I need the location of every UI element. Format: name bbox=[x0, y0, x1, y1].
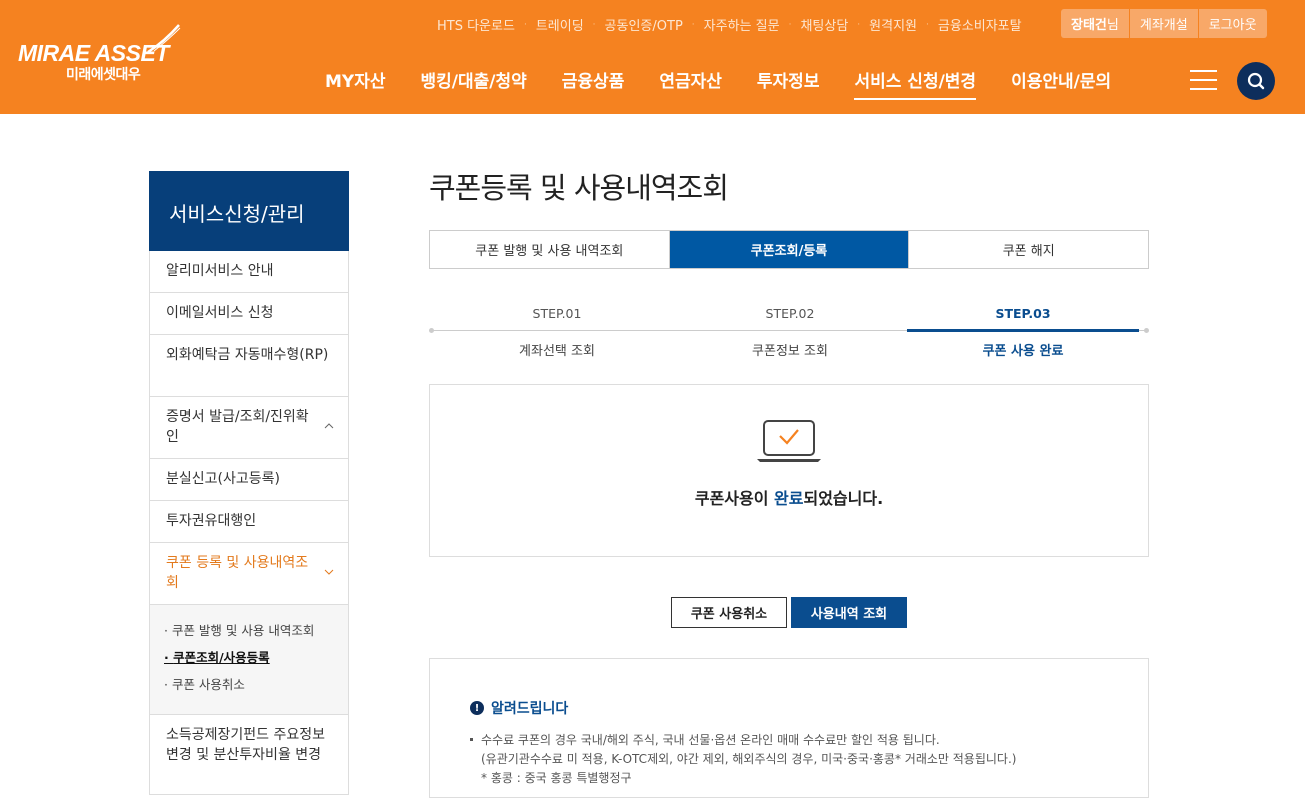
sidebar-subitem-history[interactable]: · 쿠폰 발행 및 사용 내역조회 bbox=[164, 617, 348, 644]
util-link-trading[interactable]: 트레이딩 bbox=[536, 15, 584, 34]
step-1: STEP.01 계좌선택 조회 bbox=[437, 306, 677, 359]
nav-products[interactable]: 금융상품 bbox=[562, 67, 625, 100]
util-link-hts[interactable]: HTS 다운로드 bbox=[437, 15, 515, 34]
sidebar-item-coupon[interactable]: 쿠폰 등록 및 사용내역조회 bbox=[149, 543, 349, 605]
logo-text-en: MIRAE ASSET bbox=[18, 40, 169, 66]
util-link-cert-otp[interactable]: 공동인증/OTP bbox=[605, 15, 683, 34]
sidebar-item-label: 쿠폰 등록 및 사용내역조회 bbox=[166, 555, 309, 591]
step-label: 쿠폰 사용 완료 bbox=[982, 344, 1064, 359]
result-text-post: 되었습니다. bbox=[803, 489, 884, 508]
sidebar-subitem-label: 쿠폰조회/사용등록 bbox=[173, 650, 270, 665]
step-dot-start bbox=[429, 328, 434, 333]
sidebar: 서비스신청/관리 알리미서비스 안내 이메일서비스 신청 외화예탁금 자동매수형… bbox=[149, 171, 349, 795]
search-icon bbox=[1247, 72, 1265, 90]
sidebar-item-fund-change[interactable]: 소득공제장기펀드 주요정보변경 및 분산투자비율 변경 bbox=[149, 715, 349, 795]
tab-cancel[interactable]: 쿠폰 해지 bbox=[909, 231, 1148, 268]
sidebar-item-alert-service[interactable]: 알리미서비스 안내 bbox=[149, 251, 349, 293]
nav-my-assets[interactable]: MY자산 bbox=[325, 67, 386, 100]
user-name-button[interactable]: 장태건 님 bbox=[1061, 9, 1130, 38]
notice-line: * 홍콩 : 중국 홍콩 특별행정구 bbox=[481, 771, 632, 785]
sidebar-item-fx-rp[interactable]: 외화예탁금 자동매수형(RP) bbox=[149, 335, 349, 397]
main-nav: MY자산 뱅킹/대출/청약 금융상품 연금자산 투자정보 서비스 신청/변경 이… bbox=[325, 67, 1146, 100]
logout-button[interactable]: 로그아웃 bbox=[1198, 9, 1267, 38]
nav-investment-info[interactable]: 투자정보 bbox=[757, 67, 820, 100]
step-label: 계좌선택 조회 bbox=[519, 344, 595, 359]
auth-buttons: 장태건 님 계좌개설 로그아웃 bbox=[1061, 9, 1267, 38]
sidebar-subitem-cancel[interactable]: · 쿠폰 사용취소 bbox=[164, 671, 348, 698]
logo-text-ko: 미래에셋대우 bbox=[66, 67, 141, 83]
chevron-up-icon bbox=[324, 423, 334, 429]
utility-links: HTS 다운로드 · 트레이딩 · 공동인증/OTP · 자주하는 질문 · 채팅상담 ·… bbox=[437, 15, 1022, 34]
sidebar-item-email-service[interactable]: 이메일서비스 신청 bbox=[149, 293, 349, 335]
sidebar-subitem-register[interactable]: · 쿠폰조회/사용등록 bbox=[164, 644, 348, 671]
sidebar-submenu: · 쿠폰 발행 및 사용 내역조회 · 쿠폰조회/사용등록 · 쿠폰 사용취소 bbox=[149, 605, 349, 715]
page-title: 쿠폰등록 및 사용내역조회 bbox=[429, 171, 729, 205]
result-message: 쿠폰사용이 완료되었습니다. bbox=[430, 485, 1148, 509]
util-link-remote[interactable]: 원격지원 bbox=[869, 15, 917, 34]
result-text-highlight: 완료 bbox=[774, 489, 804, 508]
search-button[interactable] bbox=[1237, 62, 1275, 100]
sidebar-item-label: 소득공제장기펀드 주요정보변경 및 분산투자비율 변경 bbox=[166, 727, 326, 763]
tab-register[interactable]: 쿠폰조회/등록 bbox=[669, 231, 910, 268]
action-buttons: 쿠폰 사용취소 사용내역 조회 bbox=[671, 597, 907, 628]
nav-banking[interactable]: 뱅킹/대출/청약 bbox=[421, 67, 527, 100]
sidebar-item-loss-report[interactable]: 분실신고(사고등록) bbox=[149, 459, 349, 501]
laptop-check-icon bbox=[757, 420, 821, 462]
sidebar-title: 서비스신청/관리 bbox=[149, 171, 349, 251]
menu-icon[interactable] bbox=[1190, 70, 1217, 90]
util-link-faq[interactable]: 자주하는 질문 bbox=[704, 15, 780, 34]
result-box: 쿠폰사용이 완료되었습니다. bbox=[429, 384, 1149, 557]
step-indicator: STEP.01 계좌선택 조회 STEP.02 쿠폰정보 조회 STEP.03 … bbox=[429, 302, 1149, 362]
step-3: STEP.03 쿠폰 사용 완료 bbox=[903, 306, 1143, 359]
result-text-pre: 쿠폰사용이 bbox=[694, 489, 775, 508]
notice-title: ! 알려드립니다 bbox=[470, 698, 568, 718]
util-link-consumer-portal[interactable]: 금융소비자포탈 bbox=[938, 15, 1022, 34]
step-2: STEP.02 쿠폰정보 조회 bbox=[670, 306, 910, 359]
sidebar-item-agent[interactable]: 투자권유대행인 bbox=[149, 501, 349, 543]
step-dot-end bbox=[1144, 328, 1149, 333]
sidebar-item-label: 외화예탁금 자동매수형(RP) bbox=[166, 347, 329, 363]
notice-body: 수수료 쿠폰의 경우 국내/해외 주식, 국내 선물·옵션 온라인 매매 수수료… bbox=[470, 731, 1016, 788]
step-number: STEP.01 bbox=[532, 306, 582, 321]
notice-title-text: 알려드립니다 bbox=[491, 701, 569, 717]
user-suffix: 님 bbox=[1106, 18, 1119, 33]
cancel-coupon-button[interactable]: 쿠폰 사용취소 bbox=[671, 597, 787, 628]
tab-bar: 쿠폰 발행 및 사용 내역조회 쿠폰조회/등록 쿠폰 해지 bbox=[429, 230, 1149, 269]
nav-service[interactable]: 서비스 신청/변경 bbox=[854, 67, 976, 100]
step-number: STEP.03 bbox=[995, 306, 1051, 321]
logo[interactable]: MIRAE ASSET 미래에셋대우 bbox=[18, 24, 183, 84]
sidebar-item-certificate[interactable]: 증명서 발급/조회/진위확인 bbox=[149, 397, 349, 459]
step-label: 쿠폰정보 조회 bbox=[752, 344, 828, 359]
sidebar-subitem-label: 쿠폰 사용취소 bbox=[171, 677, 245, 692]
view-history-button[interactable]: 사용내역 조회 bbox=[791, 597, 907, 628]
header: MIRAE ASSET 미래에셋대우 HTS 다운로드 · 트레이딩 · 공동인증/… bbox=[0, 0, 1305, 114]
info-icon: ! bbox=[470, 701, 484, 715]
open-account-button[interactable]: 계좌개설 bbox=[1129, 9, 1199, 38]
util-link-chat[interactable]: 채팅상담 bbox=[800, 15, 848, 34]
user-name: 장태건 bbox=[1071, 18, 1107, 33]
tab-history[interactable]: 쿠폰 발행 및 사용 내역조회 bbox=[430, 231, 670, 268]
chevron-down-icon bbox=[324, 569, 334, 575]
nav-help[interactable]: 이용안내/문의 bbox=[1011, 67, 1111, 100]
sidebar-subitem-label: 쿠폰 발행 및 사용 내역조회 bbox=[171, 623, 315, 638]
notice-line: 수수료 쿠폰의 경우 국내/해외 주식, 국내 선물·옵션 온라인 매매 수수료… bbox=[470, 731, 1016, 750]
step-number: STEP.02 bbox=[765, 306, 815, 321]
notice-box: ! 알려드립니다 수수료 쿠폰의 경우 국내/해외 주식, 국내 선물·옵션 온… bbox=[429, 658, 1149, 798]
sidebar-item-label: 증명서 발급/조회/진위확인 bbox=[166, 409, 309, 445]
notice-line: (유관기관수수료 미 적용, K-OTC제외, 야간 제외, 해외주식의 경우,… bbox=[481, 752, 1017, 766]
nav-pension[interactable]: 연금자산 bbox=[659, 67, 722, 100]
